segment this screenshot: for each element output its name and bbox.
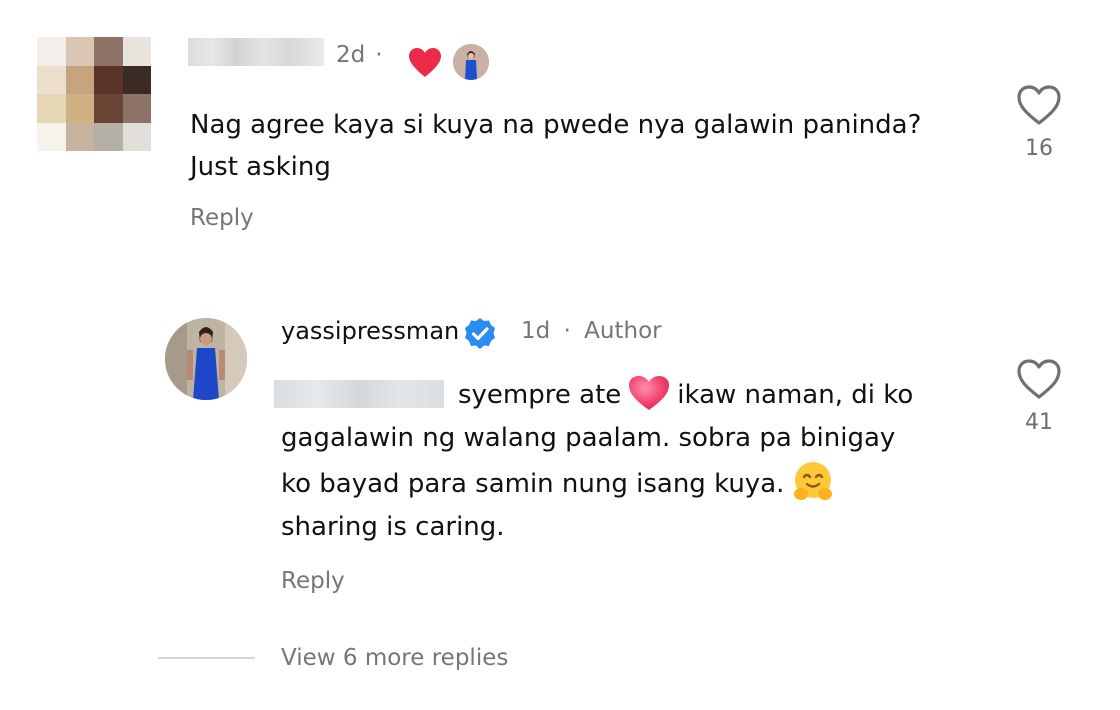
creator-mini-avatar-figure: [453, 44, 489, 80]
reply-meta: 1d · Author: [521, 318, 662, 344]
meta-separator: ·: [375, 42, 383, 68]
comment-like-group: 16: [1009, 84, 1069, 161]
reply-like-count: 41: [1025, 410, 1053, 435]
comment-text-line2: Just asking: [190, 152, 331, 182]
meta-separator: ·: [563, 318, 571, 344]
reply-reply-button[interactable]: Reply: [281, 568, 345, 594]
comment-like-count: 16: [1025, 136, 1053, 161]
comment-reply-button[interactable]: Reply: [190, 205, 254, 231]
commenter-username-blurred[interactable]: [188, 38, 324, 66]
reply-body: syempre ate ikaw naman, di ko gagalawin …: [281, 374, 981, 549]
reply-time: 1d: [521, 318, 551, 344]
author-avatar[interactable]: [165, 318, 247, 400]
view-more-replies-button[interactable]: View 6 more replies: [281, 645, 508, 671]
comment-time: 2d: [336, 42, 366, 68]
reply-text-line3: ko bayad para samin nung isang kuya.: [281, 469, 785, 499]
reply-text-line3-wrap: ko bayad para samin nung isang kuya.: [281, 460, 981, 506]
verified-badge-icon: [465, 318, 495, 349]
comment-text-line1: Nag agree kaya si kuya na pwede nya gala…: [190, 110, 922, 140]
comment-body: Nag agree kaya si kuya na pwede nya gala…: [190, 104, 970, 188]
author-username[interactable]: yassipressman: [281, 317, 459, 345]
thread-divider-line: [158, 657, 255, 659]
reply-text-line2: gagalawin ng walang paalam. sobra pa bin…: [281, 423, 896, 453]
red-heart-icon: [409, 48, 441, 77]
reply-text-line4: sharing is caring.: [281, 512, 505, 542]
hugging-face-icon: [794, 462, 833, 500]
commenter-avatar-pixelated[interactable]: [37, 37, 151, 151]
creator-mini-avatar: [453, 44, 489, 80]
like-heart-outline-icon[interactable]: [1016, 84, 1062, 126]
author-avatar-figure: [165, 318, 247, 400]
reply-text-part2: ikaw naman, di ko: [677, 380, 914, 410]
comment-meta: 2d ·: [336, 42, 383, 68]
reply-text-line1: syempre ate ikaw naman, di ko: [281, 374, 981, 417]
comment-thread: 2d · Nag agree kaya si kuya na pwede nya…: [0, 0, 1120, 710]
reply-like-group: 41: [1009, 358, 1069, 435]
author-label: Author: [584, 318, 662, 344]
like-heart-outline-icon[interactable]: [1016, 358, 1062, 400]
reply-text-part1: syempre ate: [458, 380, 622, 410]
pink-heart-icon: [629, 376, 670, 410]
